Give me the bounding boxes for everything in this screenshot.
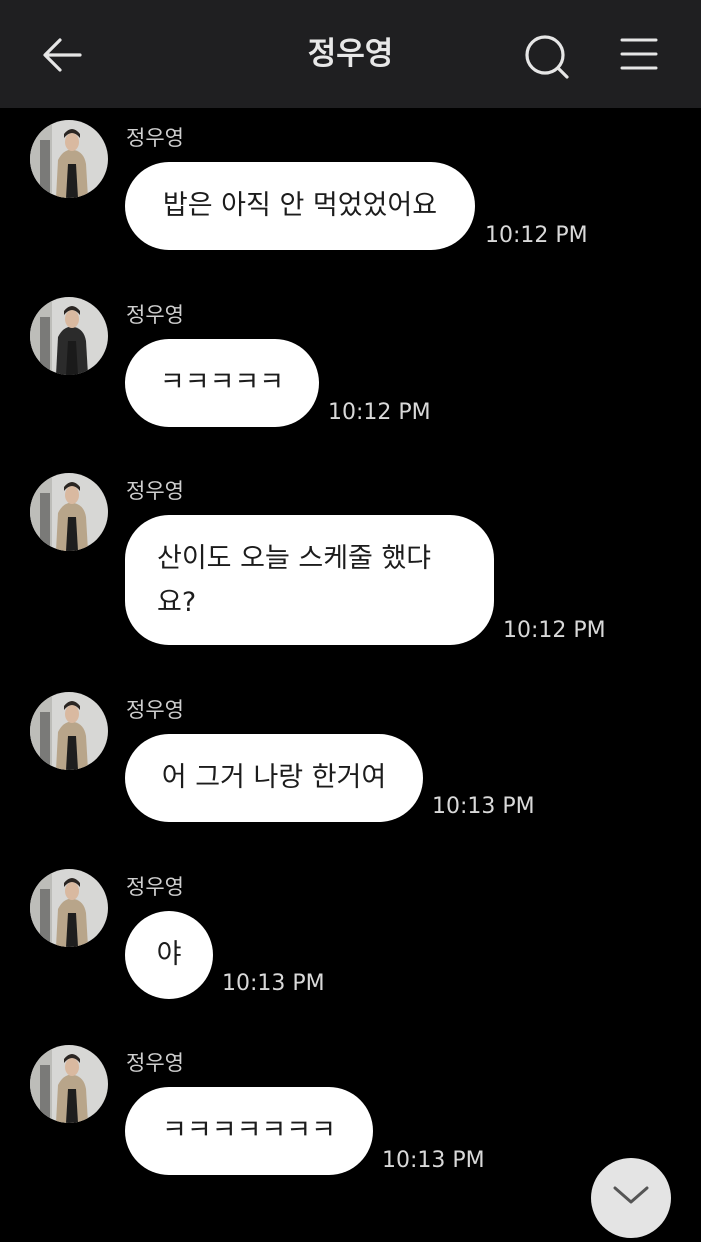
message-timestamp: 10:12 PM [503, 618, 606, 643]
message-bubble[interactable]: 밥은 아직 안 먹었었어요 [125, 162, 475, 250]
sender-name: 정우영 [126, 303, 184, 327]
sender-avatar[interactable] [30, 297, 108, 375]
message-bubble[interactable]: 산이도 오늘 스케줄 했댜 요? [125, 515, 494, 645]
hamburger-menu-icon [620, 38, 658, 70]
message-bubble[interactable]: 어 그거 나랑 한거여 [125, 734, 423, 822]
message-bubble[interactable]: ㅋㅋㅋㅋㅋㅋㅋ [125, 1087, 373, 1175]
sender-name: 정우영 [126, 875, 184, 899]
sender-name: 정우영 [126, 1051, 184, 1075]
chat-header: 정우영 [0, 0, 701, 108]
message-timestamp: 10:13 PM [222, 971, 325, 996]
message-bubble[interactable]: ㅋㅋㅋㅋㅋ [125, 339, 319, 427]
chat-message-list[interactable]: 정우영 밥은 아직 안 먹었었어요 10:12 PM 정우영 ㅋㅋㅋㅋㅋ 10:… [0, 108, 701, 1200]
sender-name: 정우영 [126, 126, 184, 150]
message-timestamp: 10:12 PM [485, 223, 588, 248]
sender-name: 정우영 [126, 479, 184, 503]
message-timestamp: 10:12 PM [328, 400, 431, 425]
sender-avatar[interactable] [30, 1045, 108, 1123]
sender-name: 정우영 [126, 698, 184, 722]
menu-button[interactable] [616, 32, 662, 78]
sender-avatar[interactable] [30, 692, 108, 770]
chevron-down-icon [613, 1186, 649, 1204]
message-text-line: 요? [157, 587, 197, 618]
search-button[interactable] [522, 32, 572, 82]
message-timestamp: 10:13 PM [382, 1148, 485, 1173]
sender-avatar[interactable] [30, 473, 108, 551]
sender-avatar[interactable] [30, 120, 108, 198]
back-button[interactable] [38, 32, 86, 80]
sender-avatar[interactable] [30, 869, 108, 947]
message-bubble[interactable]: 야 [125, 911, 213, 999]
chat-title: 정우영 [307, 36, 394, 72]
arrow-left-icon [43, 38, 82, 72]
message-text-line: 산이도 오늘 스케줄 했댜 [157, 543, 432, 574]
message-timestamp: 10:13 PM [432, 794, 535, 819]
scroll-to-bottom-button[interactable] [591, 1158, 671, 1238]
search-icon [525, 35, 569, 79]
